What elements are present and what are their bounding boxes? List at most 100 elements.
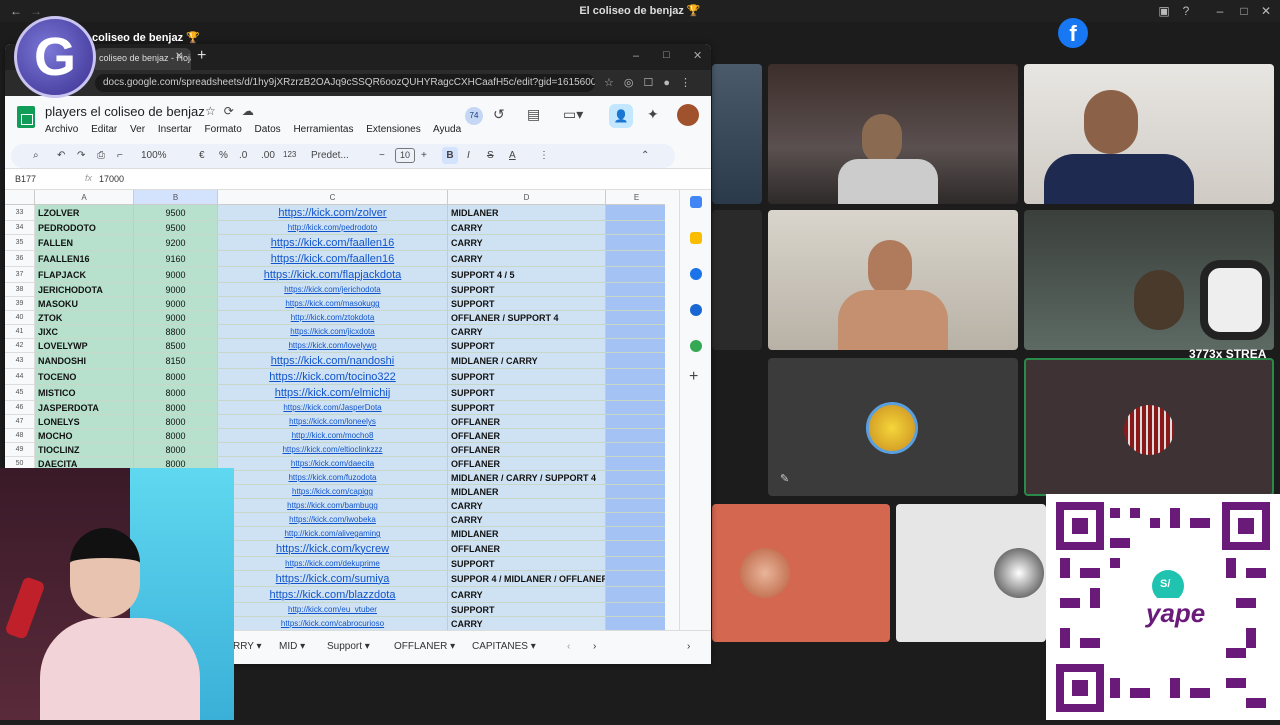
cell-empty[interactable]: [606, 221, 665, 235]
cell-role[interactable]: SUPPORT: [448, 369, 606, 385]
cell-role[interactable]: SUPPORT: [448, 557, 606, 571]
cell-player-name[interactable]: JIXC: [35, 325, 134, 339]
menu-ayuda[interactable]: Ayuda: [433, 124, 461, 135]
zoom-select[interactable]: 100%: [141, 150, 167, 161]
cell-role[interactable]: OFFLANER: [448, 457, 606, 471]
chevron-left-icon[interactable]: ‹: [567, 641, 570, 652]
cell-role[interactable]: OFFLANER / SUPPORT 4: [448, 311, 606, 325]
row-number[interactable]: 39: [5, 297, 35, 311]
table-row[interactable]: 45 MISTICO 8000 https://kick.com/elmichij SU…: [5, 385, 665, 401]
table-row[interactable]: 43 NANDOSHI 8150 https://kick.com/nandoshi M…: [5, 353, 665, 369]
collaborator-count[interactable]: 74: [465, 107, 483, 125]
cell-kick-link[interactable]: https://kick.com/kycrew: [218, 541, 448, 557]
cell-mmr[interactable]: 9500: [134, 205, 218, 221]
row-number[interactable]: 47: [5, 415, 35, 429]
cell-mmr[interactable]: 9500: [134, 221, 218, 235]
cell-kick-link[interactable]: http://kick.com/eu_vtuber: [218, 603, 448, 617]
undo-icon[interactable]: ↶: [57, 150, 65, 161]
column-header-b[interactable]: B: [134, 190, 218, 205]
gemini-icon[interactable]: ✦: [647, 106, 659, 123]
menu-ver[interactable]: Ver: [130, 124, 145, 135]
name-box[interactable]: B177: [15, 174, 36, 184]
cell-kick-link[interactable]: https://kick.com/daecita: [218, 457, 448, 471]
cell-player-name[interactable]: JASPERDOTA: [35, 401, 134, 415]
table-row[interactable]: 47 LONELYS 8000 https://kick.com/loneelys OF…: [5, 415, 665, 429]
table-row[interactable]: 44 TOCENO 8000 https://kick.com/tocino322 SU…: [5, 369, 665, 385]
cell-role[interactable]: SUPPORT: [448, 401, 606, 415]
cell-player-name[interactable]: PEDRODOTO: [35, 221, 134, 235]
cell-empty[interactable]: [606, 541, 665, 557]
row-number[interactable]: 33: [5, 205, 35, 221]
cell-empty[interactable]: [606, 205, 665, 221]
cell-role[interactable]: CARRY: [448, 325, 606, 339]
cell-kick-link[interactable]: https://kick.com/jerichodota: [218, 283, 448, 297]
tab-capitanes[interactable]: CAPITANES ▾: [472, 641, 536, 652]
cell-empty[interactable]: [606, 401, 665, 415]
tab-offlaner[interactable]: OFFLANER ▾: [394, 641, 455, 652]
cell-kick-link[interactable]: https://kick.com/loneelys: [218, 415, 448, 429]
table-row[interactable]: 37 FLAPJACK 9000 https://kick.com/flapjackd…: [5, 267, 665, 283]
cell-player-name[interactable]: MISTICO: [35, 385, 134, 401]
row-number[interactable]: 43: [5, 353, 35, 369]
cell-role[interactable]: CARRY: [448, 513, 606, 527]
cell-empty[interactable]: [606, 603, 665, 617]
table-row[interactable]: 38 JERICHODOTA 9000 https://kick.com/jerich…: [5, 283, 665, 297]
tab-close-icon[interactable]: ✕: [175, 51, 183, 62]
corner-header[interactable]: [5, 190, 35, 205]
table-row[interactable]: 42 LOVELYWP 8500 https://kick.com/lovelywp S…: [5, 339, 665, 353]
row-number[interactable]: 41: [5, 325, 35, 339]
cell-role[interactable]: MIDLANER / CARRY: [448, 353, 606, 369]
cell-empty[interactable]: [606, 457, 665, 471]
tab-mid[interactable]: MID ▾: [279, 641, 305, 652]
maps-icon[interactable]: [690, 340, 702, 352]
row-number[interactable]: 42: [5, 339, 35, 353]
cell-player-name[interactable]: NANDOSHI: [35, 353, 134, 369]
cell-mmr[interactable]: 8000: [134, 401, 218, 415]
search-icon[interactable]: ⌕: [33, 150, 39, 161]
tab-support[interactable]: Support ▾: [327, 641, 370, 652]
percent-button[interactable]: %: [219, 150, 228, 161]
cell-role[interactable]: SUPPORT 4 / 5: [448, 267, 606, 283]
bold-button[interactable]: B: [442, 147, 458, 164]
cell-kick-link[interactable]: https://kick.com/bambugg: [218, 499, 448, 513]
cell-kick-link[interactable]: https://kick.com/sumiya: [218, 571, 448, 587]
video-tile-avatar-3[interactable]: [712, 504, 890, 642]
cell-player-name[interactable]: TOCENO: [35, 369, 134, 385]
history-icon[interactable]: ↺: [493, 106, 505, 123]
cell-empty[interactable]: [606, 587, 665, 603]
cell-kick-link[interactable]: https://kick.com/eltioclinkzzz: [218, 443, 448, 457]
cell-empty[interactable]: [606, 369, 665, 385]
cell-empty[interactable]: [606, 311, 665, 325]
row-number[interactable]: 35: [5, 235, 35, 251]
cell-mmr[interactable]: 8000: [134, 369, 218, 385]
help-icon[interactable]: ?: [1178, 3, 1194, 19]
cell-kick-link[interactable]: https://kick.com/fuzodota: [218, 471, 448, 485]
column-header-c[interactable]: C: [218, 190, 448, 205]
cell-mmr[interactable]: 8000: [134, 385, 218, 401]
new-tab-icon[interactable]: +: [197, 47, 206, 65]
cell-role[interactable]: SUPPORT: [448, 339, 606, 353]
cell-mmr[interactable]: 9000: [134, 297, 218, 311]
cell-kick-link[interactable]: https://kick.com/cabrocurioso: [218, 617, 448, 630]
cell-empty[interactable]: [606, 429, 665, 443]
minimize-icon[interactable]: –: [633, 50, 639, 62]
cell-player-name[interactable]: ZTOK: [35, 311, 134, 325]
cell-role[interactable]: MIDLANER: [448, 527, 606, 541]
currency-button[interactable]: €: [199, 150, 205, 161]
decrease-decimal-button[interactable]: .0: [239, 150, 247, 161]
cell-empty[interactable]: [606, 235, 665, 251]
cell-role[interactable]: SUPPORT: [448, 283, 606, 297]
cell-mmr[interactable]: 8000: [134, 429, 218, 443]
sheets-logo-icon[interactable]: [17, 106, 35, 128]
cell-empty[interactable]: [606, 297, 665, 311]
cell-kick-link[interactable]: https://kick.com/faallen16: [218, 235, 448, 251]
add-addon-icon[interactable]: +: [689, 368, 698, 386]
cell-player-name[interactable]: FAALLEN16: [35, 251, 134, 267]
cell-empty[interactable]: [606, 527, 665, 541]
cell-empty[interactable]: [606, 251, 665, 267]
cell-mmr[interactable]: 9200: [134, 235, 218, 251]
cell-role[interactable]: MIDLANER / CARRY / SUPPORT 4: [448, 471, 606, 485]
close-icon[interactable]: ✕: [693, 49, 702, 62]
chevron-right-icon[interactable]: ›: [593, 641, 596, 652]
tasks-icon[interactable]: [690, 268, 702, 280]
